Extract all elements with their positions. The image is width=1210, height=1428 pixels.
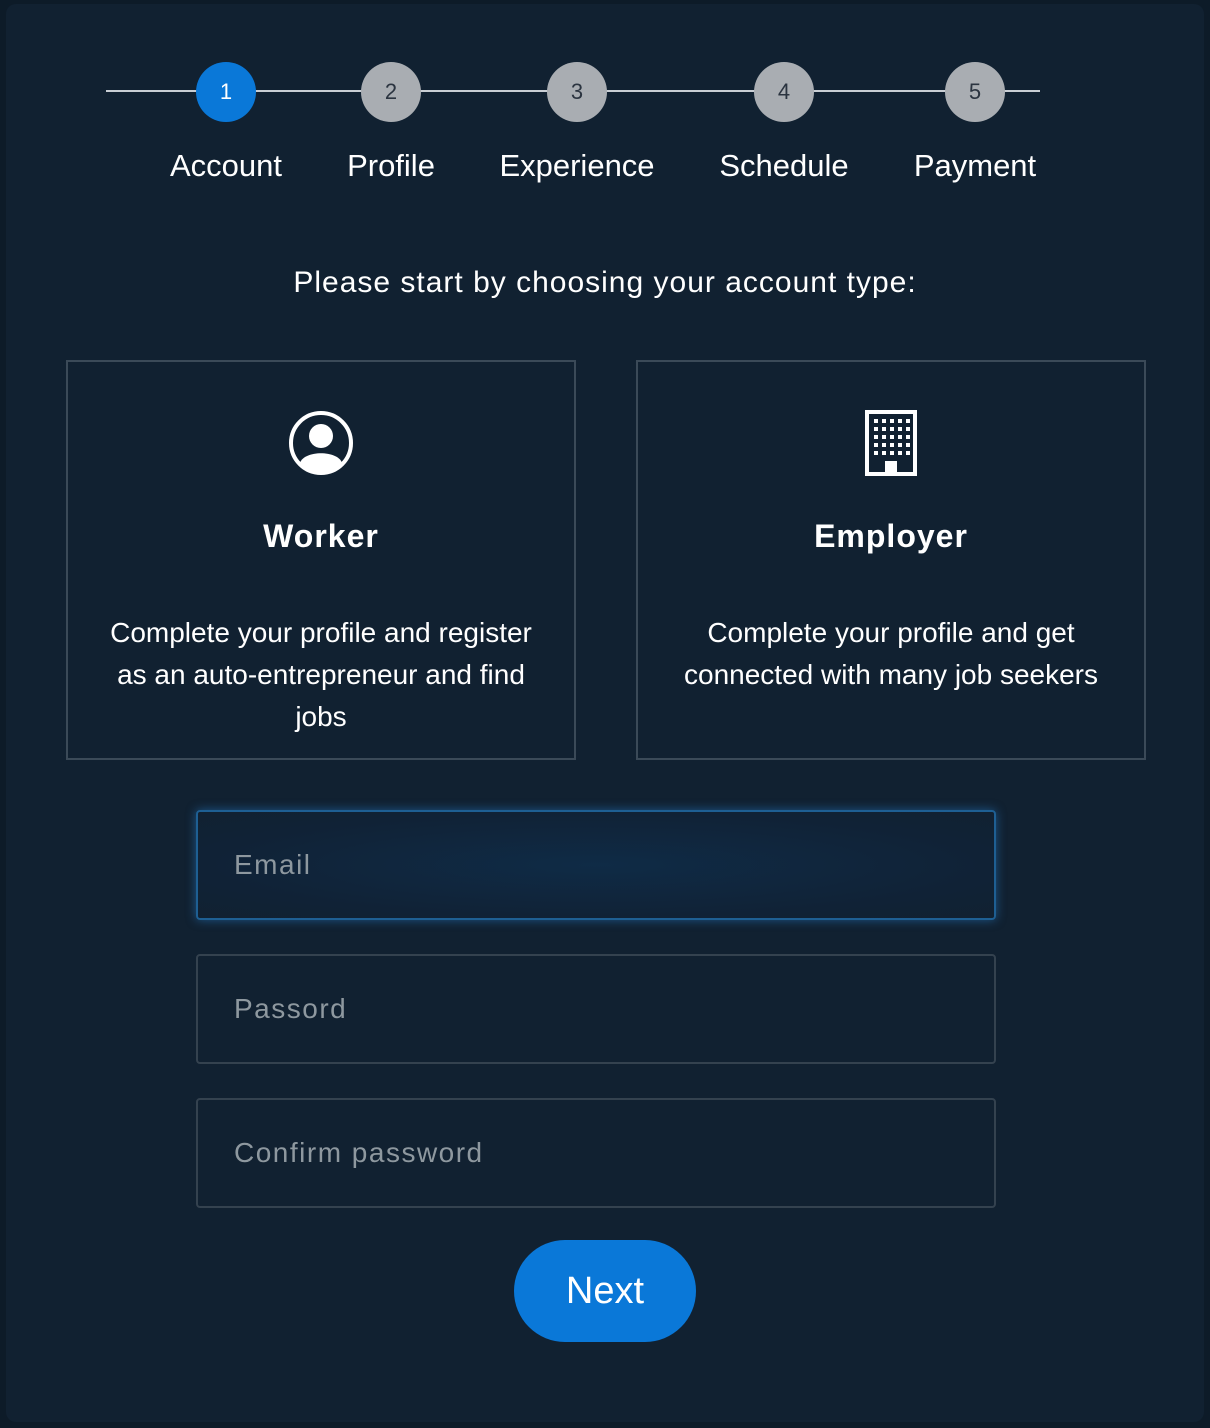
worker-description: Complete your profile and register as an… — [110, 617, 532, 732]
employer-title: Employer — [814, 518, 968, 554]
progress-stepper: 1 Account 2 Profile 3 Experience 4 Sched… — [0, 0, 1210, 200]
step-number: 5 — [945, 62, 1005, 122]
password-field[interactable] — [198, 956, 994, 1062]
confirm-password-field[interactable] — [198, 1100, 994, 1206]
step-schedule[interactable]: 4 Schedule — [684, 62, 884, 184]
step-number: 4 — [754, 62, 814, 122]
email-field[interactable] — [198, 812, 994, 918]
step-label: Profile — [347, 148, 435, 183]
step-number: 1 — [196, 62, 256, 122]
password-field-container — [196, 954, 996, 1064]
step-profile[interactable]: 2 Profile — [291, 62, 491, 184]
step-experience[interactable]: 3 Experience — [477, 62, 677, 184]
employer-description: Complete your profile and get connected … — [684, 617, 1098, 690]
employer-card[interactable]: Employer Complete your profile and get c… — [636, 360, 1146, 760]
next-button[interactable]: Next — [514, 1240, 696, 1342]
account-type-prompt: Please start by choosing your account ty… — [293, 266, 917, 299]
email-field-container — [196, 810, 996, 920]
worker-title: Worker — [263, 518, 379, 554]
confirm-password-field-container — [196, 1098, 996, 1208]
building-icon — [638, 410, 1144, 478]
step-number: 2 — [361, 62, 421, 122]
step-label: Payment — [913, 148, 1037, 183]
step-label: Schedule — [719, 148, 849, 183]
worker-card[interactable]: Worker Complete your profile and registe… — [66, 360, 576, 760]
step-number: 3 — [547, 62, 607, 122]
step-payment[interactable]: 5 Payment — [875, 62, 1075, 184]
user-circle-icon — [68, 410, 574, 478]
step-label: Experience — [499, 148, 655, 183]
